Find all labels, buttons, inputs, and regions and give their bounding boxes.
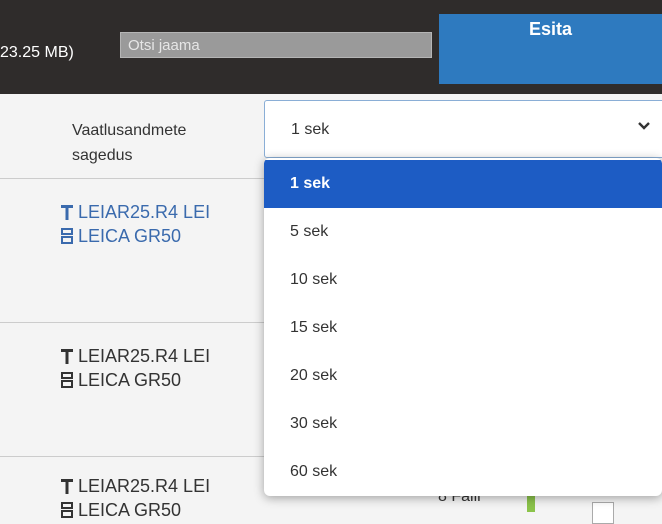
receiver-row: LEICA GR50 — [60, 498, 210, 522]
antenna-name: LEIAR25.R4 LEI — [78, 346, 211, 366]
antenna-icon — [60, 347, 74, 365]
antenna-icon — [60, 203, 74, 221]
frequency-label-line2: sagedus — [72, 147, 133, 164]
frequency-option[interactable]: 1 sek — [264, 160, 662, 208]
receiver-icon — [60, 371, 74, 389]
frequency-option[interactable]: 20 sek — [264, 352, 662, 400]
antenna-row: LEIAR25.R4 LEI — [60, 200, 210, 224]
frequency-option[interactable]: 5 sek — [264, 208, 662, 256]
receiver-row: LEICA GR50 — [60, 224, 210, 248]
frequency-option[interactable]: 30 sek — [264, 400, 662, 448]
receiver-row: LEICA GR50 — [60, 368, 210, 392]
receiver-icon — [60, 227, 74, 245]
antenna-row: LEIAR25.R4 LEI — [60, 344, 210, 368]
submit-button[interactable]: Esita — [439, 14, 662, 84]
top-bar: 23.25 MB) Esita — [0, 0, 662, 94]
frequency-option[interactable]: 15 sek — [264, 304, 662, 352]
station-item[interactable]: LEIAR25.R4 LEI LEICA GR50 — [60, 474, 210, 522]
receiver-icon — [60, 501, 74, 519]
station-search-input[interactable] — [121, 33, 431, 57]
antenna-row: LEIAR25.R4 LEI — [60, 474, 210, 498]
frequency-dropdown-list: 1 sek 5 sek 10 sek 15 sek 20 sek 30 sek … — [264, 158, 662, 496]
frequency-label-line1: Vaatlusandmete — [72, 122, 187, 139]
frequency-option[interactable]: 10 sek — [264, 256, 662, 304]
chevron-down-icon — [637, 119, 651, 138]
station-checkbox[interactable] — [592, 502, 614, 524]
station-item[interactable]: LEIAR25.R4 LEI LEICA GR50 — [60, 200, 210, 248]
frequency-option[interactable]: 60 sek — [264, 448, 662, 496]
station-item[interactable]: LEIAR25.R4 LEI LEICA GR50 — [60, 344, 210, 392]
antenna-icon — [60, 477, 74, 495]
receiver-name: LEICA GR50 — [78, 370, 182, 390]
observation-frequency-label: Vaatlusandmete sagedus — [72, 118, 252, 168]
frequency-select[interactable]: 1 sek — [264, 100, 662, 158]
antenna-name: LEIAR25.R4 LEI — [78, 476, 211, 496]
receiver-name: LEICA GR50 — [78, 226, 182, 246]
station-search-box[interactable] — [120, 32, 432, 58]
receiver-name: LEICA GR50 — [78, 500, 182, 520]
antenna-name: LEIAR25.R4 LEI — [78, 202, 211, 222]
total-size-text: 23.25 MB) — [0, 44, 74, 61]
frequency-select-value: 1 sek — [291, 121, 330, 138]
